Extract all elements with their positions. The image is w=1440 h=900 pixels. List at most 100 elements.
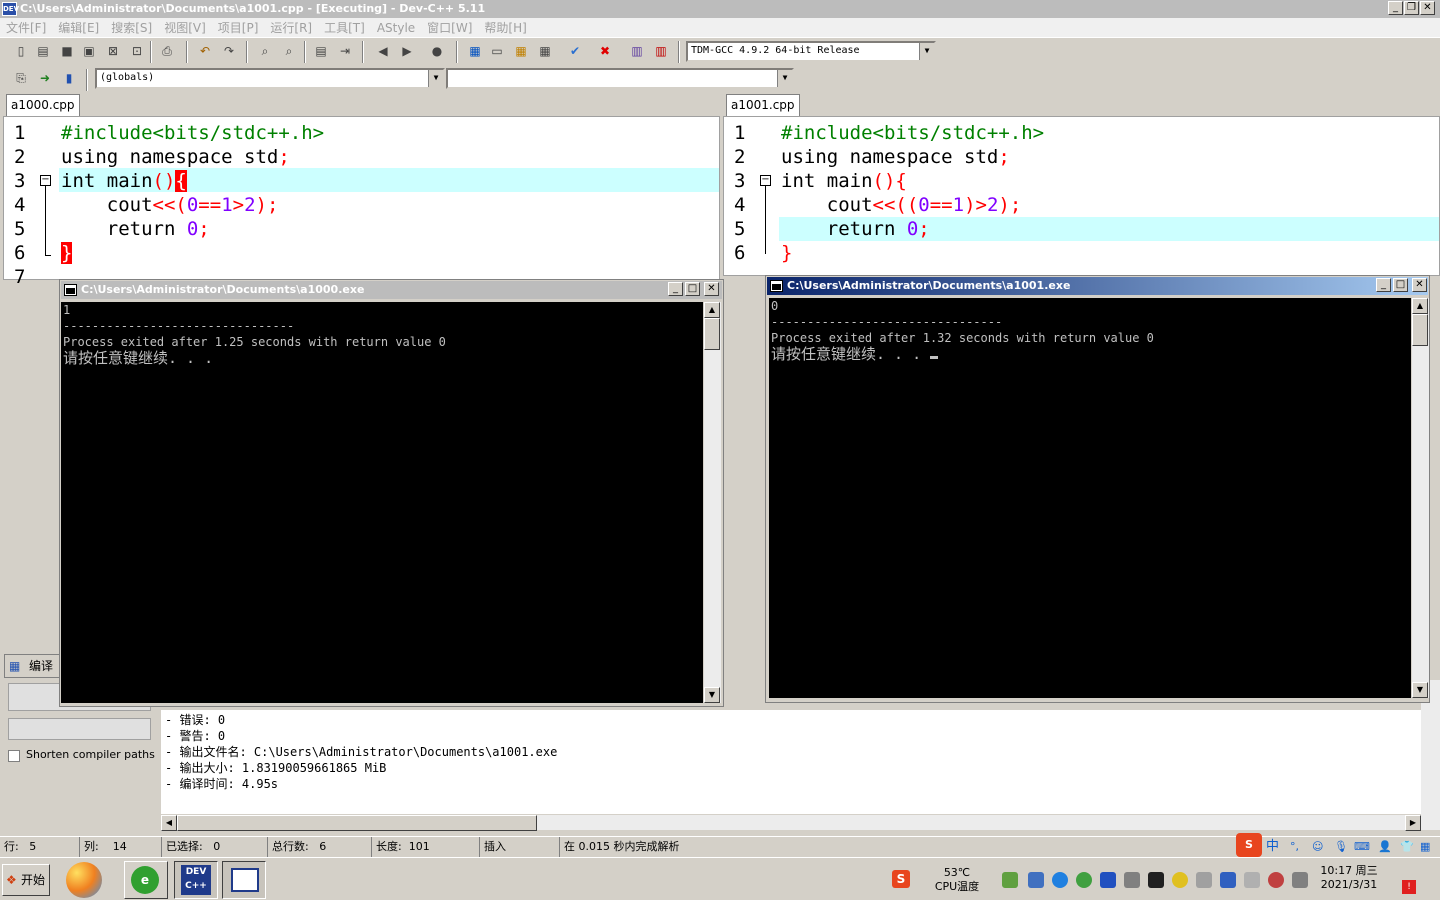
scroll-right-icon[interactable]: ▶ [1405,815,1421,831]
console-close-button[interactable]: ✕ [704,282,719,296]
menu-edit[interactable]: 编辑[E] [52,18,105,36]
sogou-ime-icon[interactable]: S [1236,833,1262,857]
console-maximize-button[interactable]: □ [1393,278,1408,292]
fold-toggle-icon[interactable]: − [40,175,51,186]
compile-run-icon[interactable]: ▦ [512,42,530,60]
terminal-icon[interactable] [1148,872,1164,888]
user-icon[interactable]: 👤 [1378,837,1392,857]
keyboard-icon[interactable]: ⌨ [1354,837,1370,857]
scroll-left-icon[interactable]: ◀ [161,815,177,831]
menu-help[interactable]: 帮助[H] [478,18,532,36]
menu-window[interactable]: 窗口[W] [421,18,478,36]
right-code-editor[interactable]: 1 2 3 4 5 6 − #include<bits/stdc++.h> us… [723,116,1440,276]
start-button[interactable]: ❖ 开始 [2,864,50,896]
minimize-button[interactable]: _ [1388,1,1403,15]
delete-profile-icon[interactable]: ▥ [652,42,670,60]
run-icon[interactable]: ▭ [488,42,506,60]
redo-icon[interactable]: ↷ [220,42,238,60]
menu-astyle[interactable]: AStyle [371,18,421,36]
tray-icon[interactable] [1292,872,1308,888]
battery-icon[interactable] [1002,872,1018,888]
close-file-icon[interactable]: ⊠ [104,42,122,60]
compile-icon[interactable]: ▦ [466,42,484,60]
console-window-a1001[interactable]: C:\Users\Administrator\Documents\a1001.e… [765,275,1430,703]
console-minimize-button[interactable]: _ [668,282,683,296]
ime-mode-indicator[interactable]: 中 [1266,837,1279,857]
app-icon[interactable] [66,862,102,898]
speaker-icon[interactable] [1244,872,1260,888]
member-select[interactable]: ▼ [446,68,794,89]
display-icon[interactable] [1220,872,1236,888]
console-minimize-button[interactable]: _ [1376,278,1391,292]
alert-icon[interactable] [1268,872,1284,888]
toggle-comment-icon[interactable]: ● [428,42,446,60]
undo-icon[interactable]: ↶ [196,42,214,60]
tab-a1001[interactable]: a1001.cpp [726,94,800,116]
network-icon[interactable] [1028,872,1044,888]
microphone-icon[interactable]: 🎙 [1334,837,1348,857]
volume-icon[interactable] [1196,872,1212,888]
chevron-down-icon[interactable]: ▼ [428,70,443,87]
scroll-up-icon[interactable]: ▲ [704,302,720,318]
bluetooth-icon[interactable] [1100,872,1116,888]
menu-file[interactable]: 文件[F] [0,18,52,36]
menu-run[interactable]: 运行[R] [264,18,318,36]
toolbox-icon[interactable]: ▦ [1420,837,1430,857]
scroll-down-icon[interactable]: ▼ [704,687,720,703]
console-scrollbar[interactable]: ▲ ▼ [1411,298,1429,698]
rebuild-icon[interactable]: ▦ [536,42,554,60]
menu-search[interactable]: 搜索[S] [105,18,158,36]
insert-icon[interactable]: ⎘ [12,69,30,87]
cpu-temp-widget[interactable]: 53℃ CPU温度 [930,866,984,894]
clock[interactable]: 10:17 周三 2021/3/31 [1316,864,1382,892]
skin-icon[interactable]: 👕 [1400,837,1414,857]
goto-line-icon[interactable]: ▤ [312,42,330,60]
menu-project[interactable]: 项目[P] [212,18,265,36]
punctuation-icon[interactable]: °, [1290,837,1299,857]
menu-view[interactable]: 视图[V] [158,18,212,36]
compiler-select[interactable]: TDM-GCC 4.9.2 64-bit Release ▼ [686,41,936,62]
console-window-a1000[interactable]: C:\Users\Administrator\Documents\a1000.e… [59,279,724,707]
syntax-check-icon[interactable]: ✔ [566,42,584,60]
devcpp-app-icon[interactable]: DEV [2,2,19,16]
tab-a1000[interactable]: a1000.cpp [6,94,80,116]
sogou-tray-icon[interactable]: S [892,870,910,888]
new-file-icon[interactable]: ▯ [12,42,30,60]
scroll-up-icon[interactable]: ▲ [1412,298,1428,314]
class-browser-icon[interactable]: ▮ [60,69,78,87]
console-scrollbar[interactable]: ▲ ▼ [703,302,721,703]
scope-select[interactable]: (globals) ▼ [95,68,445,89]
console-maximize-button[interactable]: □ [685,282,700,296]
print-icon[interactable]: ⎙ [158,42,176,60]
stop-icon[interactable]: ✖ [596,42,614,60]
open-file-icon[interactable]: ▤ [34,42,52,60]
save-all-icon[interactable]: ▣ [80,42,98,60]
profile-icon[interactable]: ▥ [628,42,646,60]
find-icon[interactable]: ⌕ [256,42,274,60]
notification-badge-icon[interactable]: ! [1402,880,1416,894]
devcpp-task-button[interactable]: DEV C++ [174,861,218,899]
tab-compile[interactable]: ▦ 编译 [4,654,64,678]
scroll-down-icon[interactable]: ▼ [1412,682,1428,698]
scroll-thumb[interactable] [704,318,720,350]
indent-icon[interactable]: ▶ [398,42,416,60]
plus-icon[interactable] [1172,872,1188,888]
log-hscrollbar[interactable]: ◀ ▶ [161,814,1421,831]
chevron-down-icon[interactable]: ▼ [777,70,792,87]
close-button[interactable]: ✕ [1420,1,1435,15]
restore-button[interactable]: ❐ [1404,1,1419,15]
update-icon[interactable] [1052,872,1068,888]
emoji-icon[interactable]: ☺ [1312,837,1323,857]
scroll-thumb[interactable] [1412,314,1428,346]
scroll-thumb[interactable] [177,815,537,831]
console-close-button[interactable]: ✕ [1412,278,1427,292]
browser-task-button[interactable]: e [124,861,168,899]
fold-toggle-icon[interactable]: − [760,175,771,186]
device-icon[interactable] [1124,872,1140,888]
chevron-down-icon[interactable]: ▼ [919,43,934,60]
replace-icon[interactable]: ⌕ [280,42,298,60]
bookmark-icon[interactable]: ⇥ [336,42,354,60]
goto-icon[interactable]: ➜ [36,69,54,87]
security-icon[interactable] [1076,872,1092,888]
shorten-paths-checkbox[interactable] [8,750,20,762]
